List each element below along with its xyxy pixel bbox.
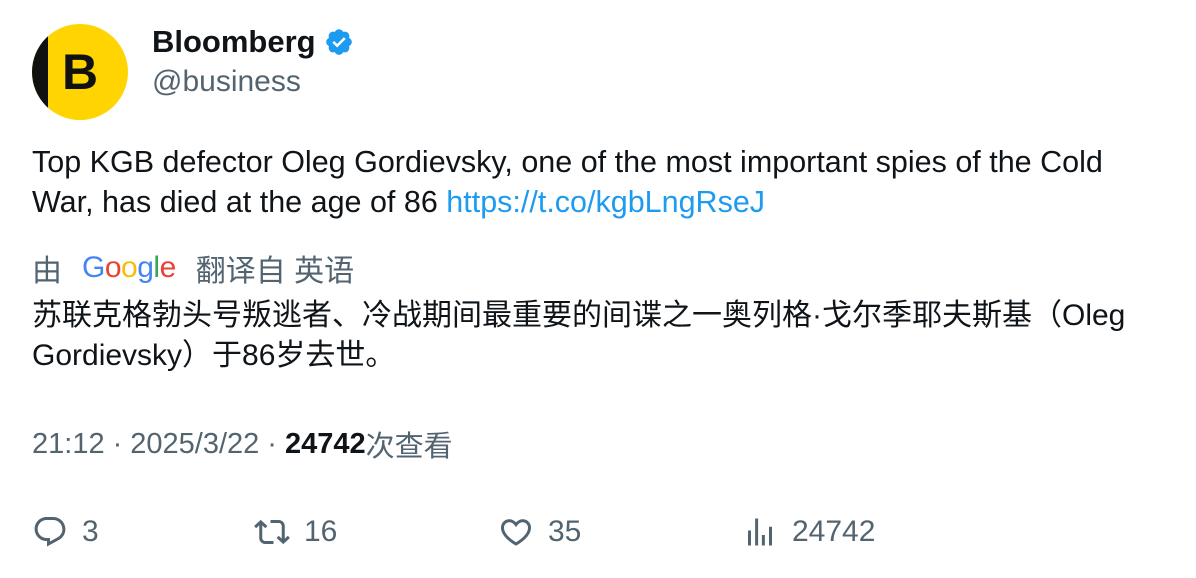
meta-views-label: 次查看 — [365, 431, 453, 463]
author-name-row: Bloomberg — [152, 22, 354, 62]
verified-badge-icon — [325, 29, 352, 55]
google-logo-letter-3: o — [121, 251, 138, 284]
heart-icon — [500, 519, 532, 546]
like-count: 35 — [548, 515, 582, 548]
author-handle[interactable]: @business — [152, 62, 301, 102]
google-logo[interactable]: Google — [82, 251, 176, 285]
tweet-meta: 21:12 · 2025/3/22 · 24742 次查看 — [32, 424, 453, 464]
tweet-time[interactable]: 21:12 — [32, 428, 105, 461]
reply-count: 3 — [82, 515, 99, 548]
views-button[interactable]: 24742 — [742, 510, 875, 554]
translated-text: 苏联克格勃头号叛逃者、冷战期间最重要的间谍之一奥列格·戈尔季耶夫斯基（Oleg … — [32, 299, 1126, 372]
meta-separator-1: · — [112, 427, 123, 460]
author-display-name[interactable]: Bloomberg — [152, 22, 316, 62]
meta-views-count: 24742 — [284, 427, 366, 460]
tweet-date[interactable]: 2025/3/22 — [130, 428, 259, 461]
translation-prefix: 由 — [32, 255, 62, 288]
avatar-letter: B — [62, 44, 99, 100]
action-bar: 3 16 35 24742 — [32, 510, 1172, 554]
retweet-count: 16 — [304, 515, 338, 548]
google-logo-letter-2: o — [104, 251, 122, 284]
tweet-text: Top KGB defector Oleg Gordievsky, one of… — [32, 142, 1172, 222]
tweet-link[interactable]: https://t.co/kgbLngRseJ — [446, 185, 765, 219]
avatar[interactable]: B — [32, 24, 128, 120]
avatar-shade — [32, 24, 48, 120]
google-logo-letter-1: G — [82, 251, 105, 284]
reply-icon — [34, 517, 66, 547]
google-logo-letter-6: e — [159, 251, 177, 284]
translation-suffix: 翻译自 英语 — [195, 255, 355, 288]
views-count: 24742 — [792, 515, 876, 548]
google-logo-letter-4: g — [137, 251, 154, 284]
like-button[interactable]: 35 — [498, 510, 581, 554]
meta-separator-2: · — [267, 427, 277, 460]
retweet-button[interactable]: 16 — [254, 510, 337, 554]
views-chart-icon — [748, 518, 772, 546]
retweet-icon — [254, 519, 290, 545]
translation-attribution: 由 Google 翻译自 英语 — [32, 248, 354, 288]
reply-button[interactable]: 3 — [32, 510, 99, 554]
